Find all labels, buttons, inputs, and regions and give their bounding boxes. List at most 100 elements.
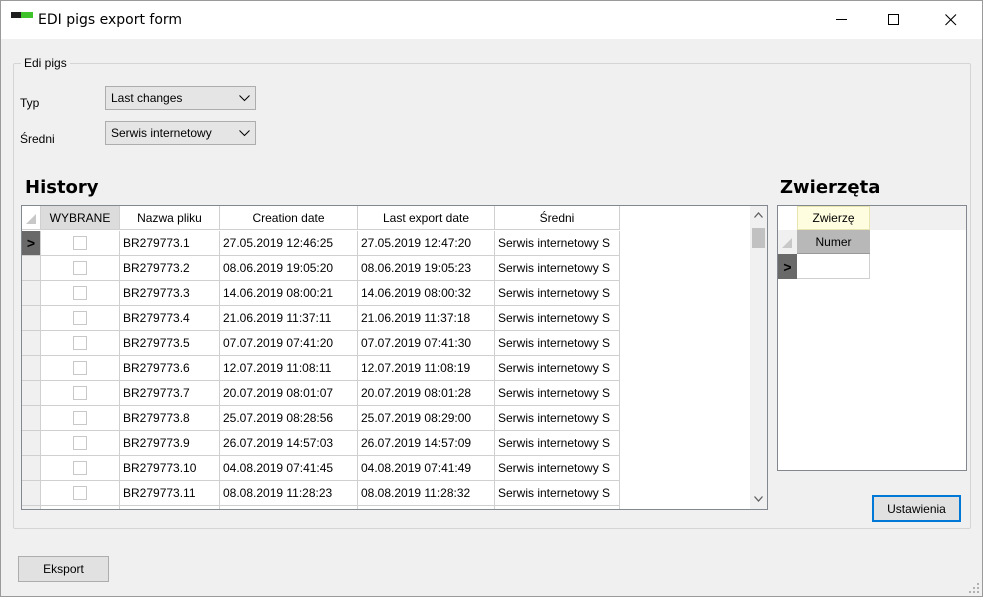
table-row[interactable]: BR279773.6 12.07.2019 11:08:11 12.07.2019 … [22, 356, 620, 381]
column-header-wybrane[interactable]: WYBRANE [41, 206, 120, 230]
scroll-thumb[interactable] [752, 228, 765, 248]
wybrane-checkbox[interactable] [73, 361, 87, 375]
creation-date-cell[interactable]: 12.07.2019 11:08:11 [220, 356, 358, 381]
creation-date-cell[interactable]: 08.08.2019 11:28:23 [220, 481, 358, 506]
sredni-cell[interactable]: Serwis internetowy S [495, 456, 620, 481]
table-row[interactable]: BR279773.5 07.07.2019 07:41:20 07.07.2019 … [22, 331, 620, 356]
row-header[interactable]: > [22, 231, 41, 256]
sredni-cell[interactable]: Serwis internetowy S [495, 256, 620, 281]
column-header-sredni[interactable]: Średni [495, 206, 620, 230]
last-export-date-cell[interactable]: 25.07.2019 08:29:00 [358, 406, 495, 431]
file-name-cell[interactable]: BR279773.3 [120, 281, 220, 306]
last-export-date-cell[interactable]: 07.07.2019 07:41:30 [358, 331, 495, 356]
creation-date-cell[interactable]: 07.07.2019 07:41:20 [220, 331, 358, 356]
resize-grip-icon[interactable] [969, 583, 979, 593]
table-row[interactable]: BR279773.4 21.06.2019 11:37:11 21.06.2019 … [22, 306, 620, 331]
animals-column-header-numer[interactable]: Numer [797, 230, 870, 254]
sredni-cell[interactable]: Serwis internetowy S [495, 431, 620, 456]
row-header[interactable] [22, 331, 41, 356]
sredni-cell[interactable]: Serwis internetowy S [495, 331, 620, 356]
file-name-cell[interactable]: BR279773.11 [120, 481, 220, 506]
table-row[interactable]: BR279773.10 04.08.2019 07:41:45 04.08.2019… [22, 456, 620, 481]
last-export-date-cell[interactable]: 20.07.2019 08:01:28 [358, 381, 495, 406]
wybrane-checkbox[interactable] [73, 261, 87, 275]
row-header[interactable] [22, 256, 41, 281]
wybrane-checkbox[interactable] [73, 486, 87, 500]
table-row[interactable]: BR279773.7 20.07.2019 08:01:07 20.07.2019 … [22, 381, 620, 406]
wybrane-checkbox[interactable] [73, 461, 87, 475]
file-name-cell[interactable]: BR279773.8 [120, 406, 220, 431]
maximize-button[interactable] [871, 1, 917, 39]
wybrane-checkbox[interactable] [73, 336, 87, 350]
row-header[interactable] [22, 306, 41, 331]
table-row[interactable]: BR279773.9 26.07.2019 14:57:03 26.07.2019 … [22, 431, 620, 456]
history-grid[interactable]: WYBRANE Nazwa pliku Creation date Last e… [21, 205, 768, 510]
sredni-cell[interactable]: Serwis internetowy S [495, 231, 620, 256]
history-vertical-scrollbar[interactable] [750, 206, 767, 509]
creation-date-cell[interactable]: 21.06.2019 11:37:11 [220, 306, 358, 331]
file-name-cell[interactable]: BR279773.9 [120, 431, 220, 456]
file-name-cell[interactable]: BR279773.5 [120, 331, 220, 356]
creation-date-cell[interactable]: 04.08.2019 07:41:45 [220, 456, 358, 481]
file-name-cell[interactable]: BR279773.7 [120, 381, 220, 406]
row-header[interactable] [22, 406, 41, 431]
scroll-up-icon[interactable] [754, 212, 763, 218]
sredni-cell[interactable]: Serwis internetowy S [495, 306, 620, 331]
row-header[interactable] [22, 356, 41, 381]
sredni-cell[interactable]: Serwis internetowy S [495, 281, 620, 306]
animals-numer-cell[interactable] [797, 254, 870, 279]
creation-date-cell[interactable]: 27.05.2019 12:46:25 [220, 231, 358, 256]
last-export-date-cell[interactable]: 08.08.2019 11:28:32 [358, 481, 495, 506]
wybrane-checkbox[interactable] [73, 286, 87, 300]
table-row[interactable]: BR279773.2 08.06.2019 19:05:20 08.06.2019 … [22, 256, 620, 281]
column-header-nazwa-pliku[interactable]: Nazwa pliku [120, 206, 220, 230]
column-header-last-export-date[interactable]: Last export date [358, 206, 495, 230]
wybrane-checkbox[interactable] [73, 436, 87, 450]
row-header[interactable] [22, 381, 41, 406]
file-name-cell[interactable]: BR279773.10 [120, 456, 220, 481]
sredni-cell[interactable]: Serwis internetowy S [495, 381, 620, 406]
last-export-date-cell[interactable]: 21.06.2019 11:37:18 [358, 306, 495, 331]
table-row[interactable]: > BR279773.1 27.05.2019 12:46:25 27.05.2019… [22, 231, 620, 256]
last-export-date-cell[interactable]: 27.05.2019 12:47:20 [358, 231, 495, 256]
animals-grid-corner[interactable] [778, 230, 797, 254]
wybrane-checkbox[interactable] [73, 411, 87, 425]
sredni-combobox[interactable]: Serwis internetowy [105, 121, 256, 145]
file-name-cell[interactable]: BR279773.1 [120, 231, 220, 256]
creation-date-cell[interactable]: 14.06.2019 08:00:21 [220, 281, 358, 306]
last-export-date-cell[interactable]: 14.06.2019 08:00:32 [358, 281, 495, 306]
wybrane-checkbox[interactable] [73, 386, 87, 400]
scroll-down-icon[interactable] [754, 496, 763, 502]
table-row[interactable]: BR279773.3 14.06.2019 08:00:21 14.06.2019 … [22, 281, 620, 306]
file-name-cell[interactable]: BR279773.2 [120, 256, 220, 281]
row-header[interactable] [22, 431, 41, 456]
last-export-date-cell[interactable]: 08.06.2019 19:05:23 [358, 256, 495, 281]
table-row[interactable]: BR279773.8 25.07.2019 08:28:56 25.07.2019 … [22, 406, 620, 431]
typ-combobox[interactable]: Last changes [105, 86, 256, 110]
last-export-date-cell[interactable]: 26.07.2019 14:57:09 [358, 431, 495, 456]
wybrane-checkbox[interactable] [73, 236, 87, 250]
row-header[interactable] [22, 281, 41, 306]
settings-button[interactable]: Ustawienia [872, 495, 961, 522]
creation-date-cell[interactable]: 08.06.2019 19:05:20 [220, 256, 358, 281]
animals-current-row-header[interactable]: > [778, 254, 797, 279]
sredni-cell[interactable]: Serwis internetowy S [495, 406, 620, 431]
last-export-date-cell[interactable]: 04.08.2019 07:41:49 [358, 456, 495, 481]
export-button[interactable]: Eksport [18, 556, 109, 582]
sredni-cell[interactable]: Serwis internetowy S [495, 356, 620, 381]
wybrane-checkbox[interactable] [73, 311, 87, 325]
title-bar[interactable]: EDI pigs export form [1, 1, 982, 39]
column-header-creation-date[interactable]: Creation date [220, 206, 358, 230]
animals-grid[interactable]: Zwierzę Numer > [777, 205, 967, 471]
minimize-button[interactable] [819, 1, 865, 39]
row-header[interactable] [22, 456, 41, 481]
close-button[interactable] [928, 1, 974, 39]
creation-date-cell[interactable]: 25.07.2019 08:28:56 [220, 406, 358, 431]
table-row[interactable]: BR279773.11 08.08.2019 11:28:23 08.08.2019… [22, 481, 620, 506]
creation-date-cell[interactable]: 26.07.2019 14:57:03 [220, 431, 358, 456]
last-export-date-cell[interactable]: 12.07.2019 11:08:19 [358, 356, 495, 381]
creation-date-cell[interactable]: 20.07.2019 08:01:07 [220, 381, 358, 406]
file-name-cell[interactable]: BR279773.6 [120, 356, 220, 381]
grid-corner-cell[interactable] [22, 206, 41, 230]
file-name-cell[interactable]: BR279773.4 [120, 306, 220, 331]
